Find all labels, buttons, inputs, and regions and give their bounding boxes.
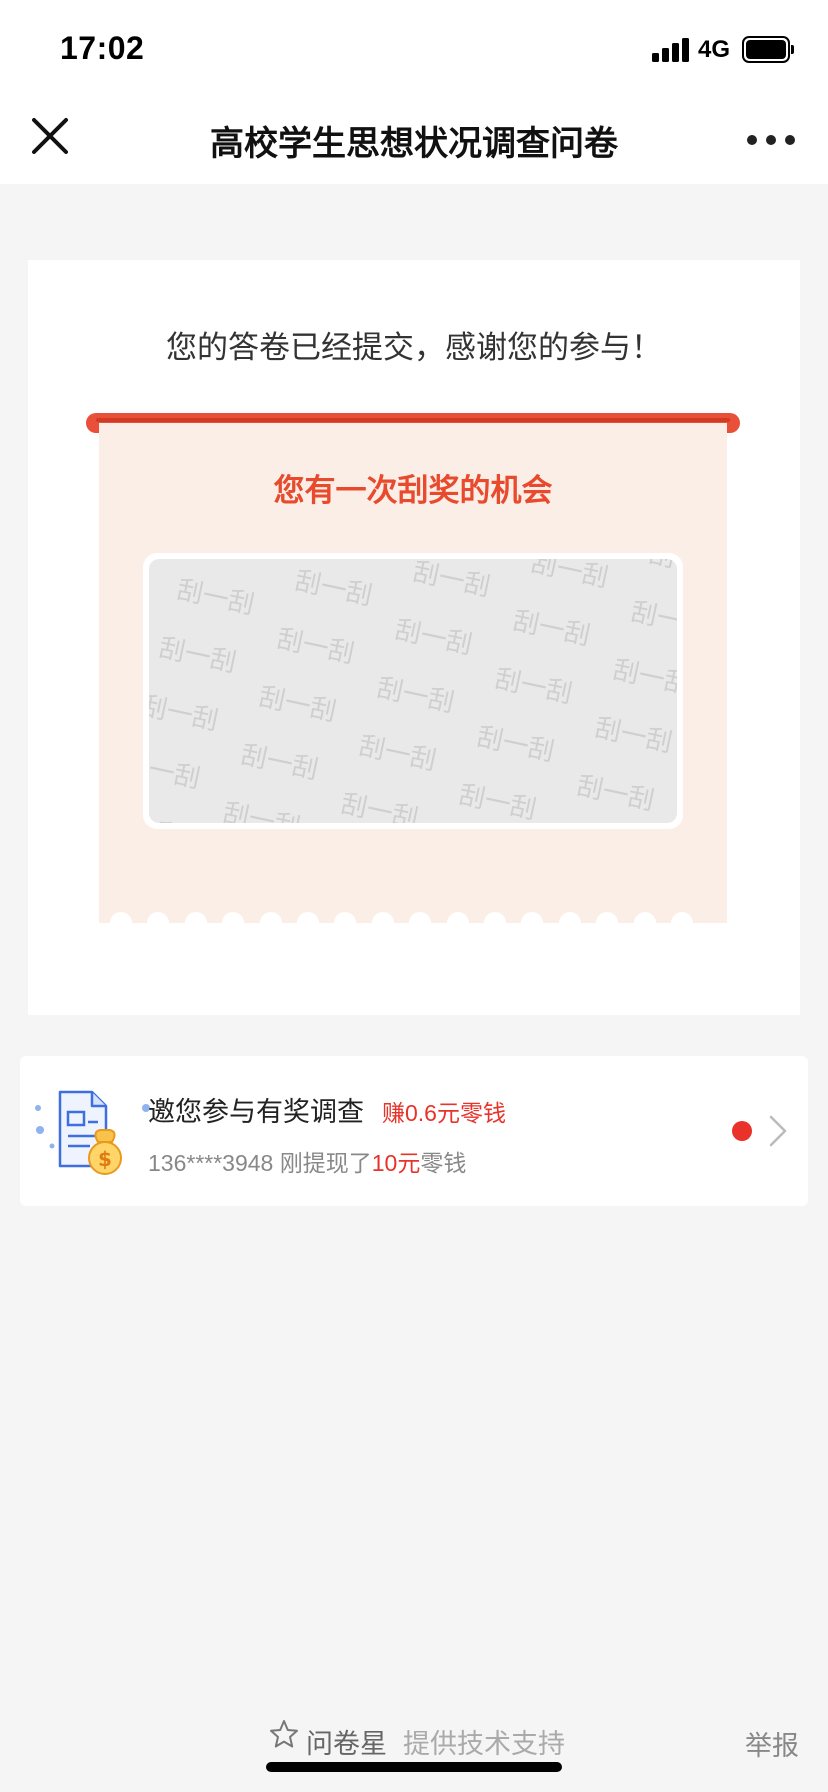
scratch-watermark: 刮一刮 — [574, 770, 657, 816]
scallop-notch — [446, 912, 469, 934]
report-link[interactable]: 举报 — [745, 1724, 799, 1763]
page-title: 高校学生思想状况调查问卷 — [210, 125, 618, 163]
thanks-message: 您的答卷已经提交，感谢您的参与！ — [166, 330, 662, 365]
scallop-notch — [484, 912, 506, 934]
brand-name[interactable]: 问卷星 — [306, 1722, 387, 1761]
promo-title: 邀您参与有奖调查 — [148, 1097, 364, 1127]
promo-sub-suffix: 零钱 — [420, 1150, 467, 1176]
chevron-right-icon — [768, 1114, 788, 1148]
ticket-title: 您有一次刮奖的机会 — [273, 473, 553, 508]
survey-reward-icon: $ — [34, 1086, 154, 1186]
scratch-watermark: 刮一刮 — [149, 690, 221, 736]
result-card: 您的答卷已经提交，感谢您的参与！ 您有一次刮奖的机会 刮一刮 刮一刮 刮一刮 刮一刮刮… — [28, 260, 800, 1015]
scratch-watermark: 刮一刮 — [256, 681, 339, 727]
scallop-notch — [596, 912, 619, 934]
scratch-watermark: 刮一刮 — [149, 801, 186, 823]
scratch-watermark: 刮一刮 — [646, 559, 677, 584]
scallop-notch — [671, 912, 693, 934]
scratch-watermark: 刮一刮 — [492, 663, 575, 709]
scratch-watermark: 刮一刮 — [510, 605, 593, 651]
svg-text:$: $ — [98, 1147, 112, 1171]
scallop-notch — [184, 912, 207, 934]
scratch-watermark: 刮一刮 — [338, 788, 421, 823]
home-indicator — [266, 1762, 562, 1772]
scallop-notch — [409, 912, 432, 934]
scallop-notch — [371, 912, 394, 934]
scratch-watermark: 刮一刮 — [356, 730, 439, 776]
scratch-watermark: 刮一刮 — [292, 565, 375, 611]
scratch-watermark: 刮一刮 — [528, 559, 611, 593]
notification-dot — [732, 1121, 752, 1141]
signal-icon — [652, 38, 690, 62]
scratch-watermark: 刮一刮 — [456, 779, 539, 823]
scratch-watermark: 刮一刮 — [238, 739, 321, 785]
scratch-watermark: 刮一刮 — [374, 672, 457, 718]
status-bar: 17:02 4G — [0, 0, 828, 94]
close-icon[interactable] — [26, 112, 74, 160]
scallop-notch — [521, 912, 544, 934]
scratch-watermark: 刮一刮 — [392, 614, 475, 660]
scallop-notch — [222, 912, 245, 934]
network-label: 4G — [698, 36, 731, 63]
scallop-notch — [297, 912, 319, 934]
scallop-notch — [558, 912, 581, 934]
support-text: 提供技术支持 — [403, 1729, 565, 1759]
footer: 问卷星 提供技术支持 举报 — [0, 1718, 828, 1763]
reward-survey-card[interactable]: $ 邀您参与有奖调查 赚0.6元零钱 136****3948 刚提现了10元零钱 — [20, 1056, 808, 1206]
scallop-notch — [334, 912, 357, 934]
scratch-ticket: 您有一次刮奖的机会 刮一刮 刮一刮 刮一刮 刮一刮 刮一刮 刮一刮 刮一刮 刮一刮 刮一刮 刮一刮… — [99, 423, 727, 934]
battery-icon — [742, 36, 794, 63]
scallop-notch — [259, 912, 282, 934]
scratch-watermark: 刮一刮 — [149, 748, 203, 794]
scratch-watermark: 刮一刮 — [592, 712, 675, 758]
scratch-watermark: 刮一刮 — [220, 797, 303, 823]
more-icon[interactable] — [744, 112, 800, 160]
scratch-watermark: 刮一刮 — [174, 574, 257, 620]
scratch-watermark: 刮一刮 — [628, 596, 677, 642]
promo-earn-label: 赚0.6元零钱 — [382, 1100, 506, 1126]
scratch-watermark: 刮一刮 — [610, 654, 677, 700]
status-time: 17:02 — [60, 30, 145, 66]
promo-subtitle: 136****3948 刚提现了10元零钱 — [148, 1144, 466, 1178]
scratch-area[interactable]: 刮一刮 刮一刮 刮一刮 刮一刮 刮一刮 刮一刮 刮一刮 刮一刮 刮一刮 刮一刮 刮一刮 刮一刮 刮一刮刮… — [149, 559, 677, 823]
star-icon — [268, 1718, 300, 1750]
scratch-frame: 刮一刮 刮一刮 刮一刮 刮一刮 刮一刮 刮一刮 刮一刮 刮一刮 刮一刮 刮一刮 刮一刮 刮一刮 刮一刮刮… — [143, 553, 683, 829]
scratch-watermark: 刮一刮 — [274, 623, 357, 669]
scallop-notch — [633, 912, 656, 934]
scratch-watermark: 刮一刮 — [474, 721, 557, 767]
ticket-scallop-edge — [99, 909, 727, 934]
scallop-notch — [147, 912, 170, 934]
promo-sub-prefix: 136****3948 刚提现了 — [148, 1150, 372, 1176]
promo-sub-amount: 10元 — [371, 1150, 421, 1176]
scratch-watermark: 刮一刮 — [410, 559, 493, 602]
scratch-watermark: 刮一刮 — [156, 632, 239, 678]
scallop-notch — [110, 912, 132, 934]
nav-bar: 高校学生思想状况调查问卷 — [0, 94, 828, 184]
